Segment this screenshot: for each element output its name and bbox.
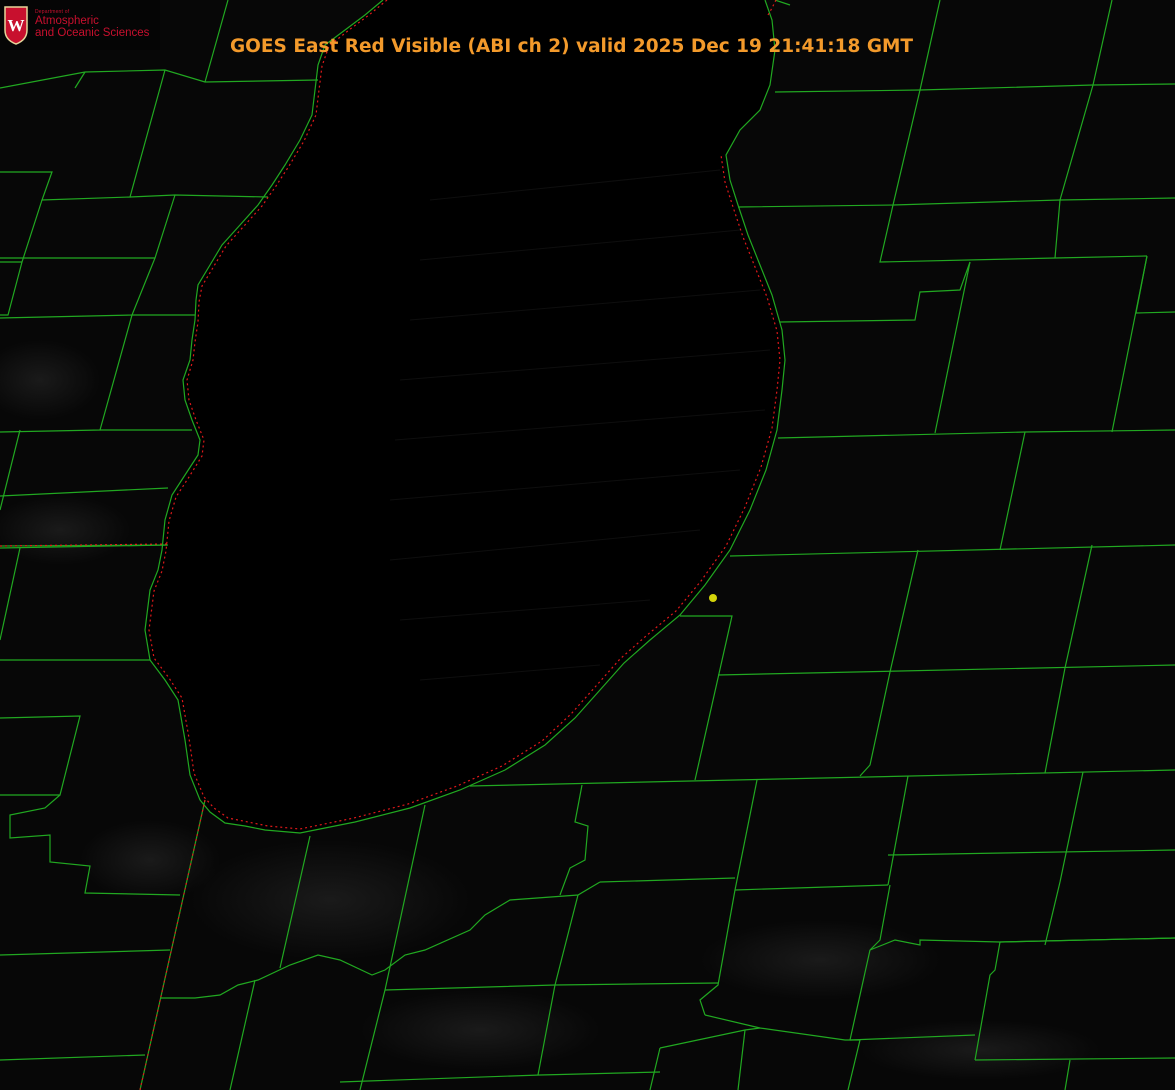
- satellite-image: W Department of Atmospheric and Oceanic …: [0, 0, 1175, 1090]
- university-seal-icon: W: [4, 6, 28, 45]
- logo-line-2: and Oceanic Sciences: [35, 27, 150, 39]
- svg-text:W: W: [8, 16, 25, 35]
- location-dot-icon: [709, 594, 717, 602]
- department-logo: W Department of Atmospheric and Oceanic …: [0, 0, 160, 50]
- logo-line-1: Atmospheric: [35, 15, 99, 27]
- map-canvas: [0, 0, 1175, 1090]
- image-title: GOES East Red Visible (ABI ch 2) valid 2…: [230, 36, 914, 57]
